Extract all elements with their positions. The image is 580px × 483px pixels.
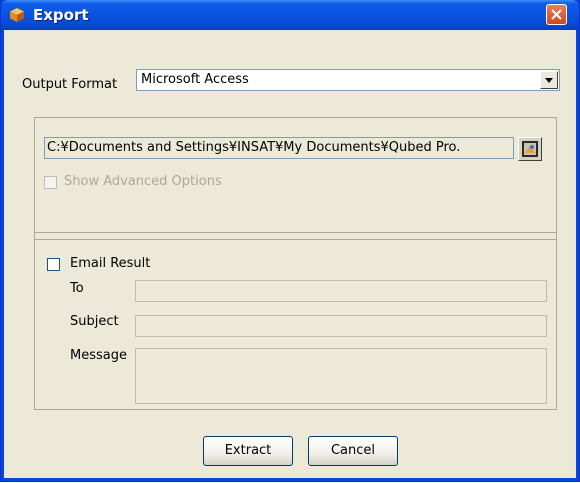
file-path-value: C:¥Documents and Settings¥INSAT¥My Docum… (47, 140, 461, 155)
export-dialog: Export Output Format Microsoft Access C:… (0, 0, 580, 482)
file-group: C:¥Documents and Settings¥INSAT¥My Docum… (34, 117, 557, 240)
email-group: Email Result To Subject Message (34, 232, 557, 410)
advanced-options-label: Show Advanced Options (64, 174, 222, 189)
advanced-options-checkbox[interactable] (44, 176, 57, 189)
to-label: To (70, 281, 84, 296)
chevron-down-icon (545, 78, 553, 83)
file-path-field[interactable]: C:¥Documents and Settings¥INSAT¥My Docum… (44, 137, 514, 159)
output-format-label: Output Format (22, 77, 118, 92)
message-field[interactable] (135, 348, 547, 404)
app-cube-icon (10, 8, 24, 22)
browse-button[interactable] (518, 137, 542, 161)
browse-folder-icon (522, 141, 538, 157)
cancel-button[interactable]: Cancel (308, 436, 398, 466)
email-result-checkbox[interactable] (47, 258, 60, 271)
dropdown-button[interactable] (540, 71, 558, 89)
email-result-label: Email Result (70, 256, 151, 271)
subject-field[interactable] (135, 315, 547, 337)
to-field[interactable] (135, 280, 547, 302)
title-bar[interactable]: Export (1, 0, 579, 30)
window-title: Export (33, 6, 89, 24)
message-label: Message (70, 348, 127, 363)
close-button[interactable] (546, 4, 567, 25)
output-format-value: Microsoft Access (141, 72, 249, 87)
subject-label: Subject (70, 314, 119, 329)
extract-button[interactable]: Extract (203, 436, 293, 466)
close-icon (551, 9, 562, 20)
dialog-body: Output Format Microsoft Access C:¥Docume… (4, 30, 576, 478)
output-format-select[interactable]: Microsoft Access (136, 69, 560, 91)
